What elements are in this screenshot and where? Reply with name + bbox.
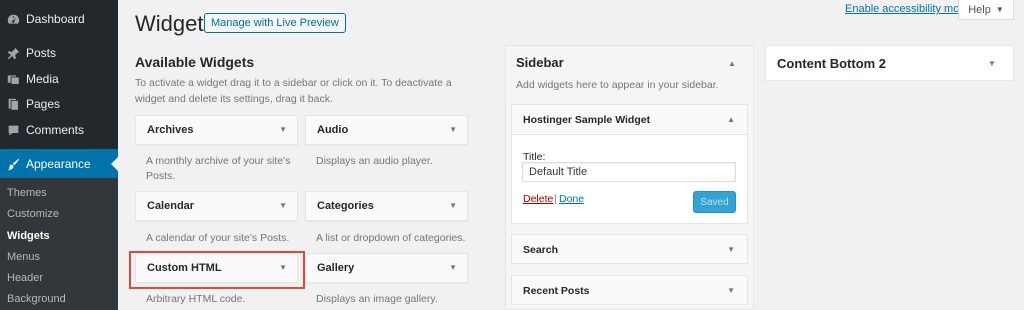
widget-description: Displays an image gallery. bbox=[316, 293, 438, 305]
accessibility-mode-link[interactable]: Enable accessibility mode bbox=[845, 3, 972, 15]
widget-title: Search bbox=[523, 244, 559, 256]
live-preview-button[interactable]: Manage with Live Preview bbox=[204, 13, 346, 33]
widget-gallery[interactable]: Gallery ▼ bbox=[305, 253, 468, 283]
widget-archives[interactable]: Archives ▼ bbox=[135, 115, 298, 145]
widget-title: Recent Posts bbox=[523, 285, 590, 297]
title-field[interactable] bbox=[522, 162, 736, 182]
menu-item-posts[interactable]: Posts bbox=[0, 40, 118, 66]
widget-audio[interactable]: Audio ▼ bbox=[305, 115, 468, 145]
menu-item-label: Dashboard bbox=[26, 12, 85, 26]
submenu-item-menus[interactable]: Menus bbox=[7, 251, 40, 263]
widget-toggle-icon[interactable]: ▼ bbox=[279, 201, 287, 210]
menu-item-dashboard[interactable]: Dashboard bbox=[0, 6, 118, 32]
widget-title: Gallery bbox=[317, 262, 355, 274]
menu-item-media[interactable]: Media bbox=[0, 66, 118, 92]
widget-title: Calendar bbox=[147, 200, 195, 212]
widget-toggle-icon[interactable]: ▼ bbox=[449, 263, 457, 272]
menu-item-label: Pages bbox=[26, 97, 61, 111]
highlight-box bbox=[129, 251, 305, 289]
widget-hostinger-sample[interactable]: Hostinger Sample Widget ▲ bbox=[511, 104, 748, 135]
media-icon bbox=[6, 72, 20, 86]
widget-title: Hostinger Sample Widget bbox=[523, 114, 651, 126]
widget-toggle-icon[interactable]: ▼ bbox=[449, 125, 457, 134]
saved-button[interactable]: Saved bbox=[693, 191, 736, 213]
brush-icon bbox=[6, 157, 20, 171]
page-title: Widgets bbox=[135, 11, 215, 36]
menu-item-appearance[interactable]: Appearance bbox=[0, 149, 118, 179]
widget-categories[interactable]: Categories ▼ bbox=[305, 191, 468, 221]
widget-description: Arbitrary HTML code. bbox=[146, 293, 246, 305]
available-widgets-description: To activate a widget drag it to a sideba… bbox=[135, 77, 452, 105]
menu-item-pages[interactable]: Pages bbox=[0, 91, 118, 117]
delete-link[interactable]: Delete bbox=[523, 193, 553, 205]
dashboard-icon bbox=[6, 12, 20, 26]
caret-up-icon[interactable]: ▲ bbox=[727, 115, 735, 124]
widget-description: A calendar of your site's Posts. bbox=[146, 232, 290, 244]
widget-title: Categories bbox=[317, 200, 374, 212]
caret-up-icon[interactable]: ▲ bbox=[728, 59, 736, 68]
help-label: Help bbox=[968, 3, 991, 16]
current-menu-arrow bbox=[111, 157, 118, 171]
pin-icon bbox=[6, 46, 20, 60]
widget-search[interactable]: Search ▼ bbox=[511, 234, 748, 264]
help-tab[interactable]: Help ▼ bbox=[958, 0, 1014, 20]
submenu-item-customize[interactable]: Customize bbox=[7, 208, 59, 220]
widget-title: Archives bbox=[147, 124, 194, 136]
menu-item-label: Appearance bbox=[26, 157, 91, 171]
submenu-item-themes[interactable]: Themes bbox=[7, 187, 47, 199]
widget-description: Displays an audio player. bbox=[316, 155, 433, 167]
widget-description: A monthly archive of your site's Posts. bbox=[146, 155, 291, 182]
done-link[interactable]: Done bbox=[559, 193, 584, 205]
widget-title: Audio bbox=[317, 124, 349, 136]
widget-toggle-icon[interactable]: ▼ bbox=[279, 125, 287, 134]
comments-icon bbox=[6, 123, 20, 137]
submenu-item-widgets[interactable]: Widgets bbox=[7, 230, 50, 242]
caret-down-icon: ▼ bbox=[995, 5, 1004, 14]
widget-toggle-icon[interactable]: ▼ bbox=[727, 245, 735, 254]
sidebar-area-description: Add widgets here to appear in your sideb… bbox=[516, 79, 719, 91]
available-widgets-title: Available Widgets bbox=[135, 54, 255, 70]
appearance-submenu: Themes Customize Widgets Menus Header Ba… bbox=[0, 178, 118, 310]
menu-item-comments[interactable]: Comments bbox=[0, 117, 118, 143]
widget-recent-posts[interactable]: Recent Posts ▼ bbox=[511, 275, 748, 305]
sidebar-area-title[interactable]: Sidebar bbox=[516, 55, 564, 70]
submenu-item-header[interactable]: Header bbox=[7, 272, 43, 284]
widget-calendar[interactable]: Calendar ▼ bbox=[135, 191, 298, 221]
caret-down-icon[interactable]: ▼ bbox=[988, 59, 996, 68]
menu-item-label: Media bbox=[26, 72, 59, 86]
pages-icon bbox=[6, 97, 20, 111]
link-separator: | bbox=[554, 193, 557, 205]
content-bottom-title[interactable]: Content Bottom 2 bbox=[777, 56, 886, 71]
admin-menu: Dashboard Posts Media Pages Comments App… bbox=[0, 0, 118, 310]
menu-item-label: Posts bbox=[26, 46, 57, 60]
submenu-item-background[interactable]: Background bbox=[7, 293, 66, 305]
widget-toggle-icon[interactable]: ▼ bbox=[727, 286, 735, 295]
menu-item-label: Comments bbox=[26, 123, 85, 137]
widget-toggle-icon[interactable]: ▼ bbox=[449, 201, 457, 210]
widget-description: A list or dropdown of categories. bbox=[316, 232, 466, 244]
